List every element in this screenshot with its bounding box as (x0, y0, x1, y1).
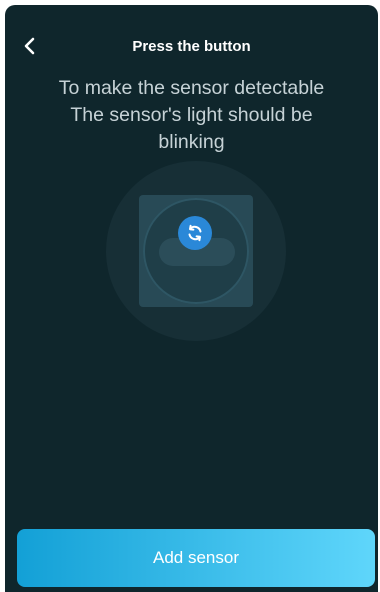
sensor-dial (143, 198, 249, 304)
instructions-text: To make the sensor detectable The sensor… (25, 75, 358, 156)
sensor-device (139, 195, 253, 307)
page-title: Press the button (132, 38, 251, 55)
instruction-line: blinking (158, 131, 225, 153)
header: Press the button (5, 5, 378, 85)
sync-icon (188, 224, 202, 242)
add-sensor-button[interactable]: Add sensor (17, 529, 375, 587)
sensor-illustration (106, 161, 286, 341)
pairing-screen: Press the button To make the sensor dete… (5, 5, 378, 592)
instruction-line: The sensor's light should be (70, 104, 313, 126)
sensor-pair-button[interactable] (178, 216, 212, 250)
instruction-line: To make the sensor detectable (58, 77, 325, 99)
